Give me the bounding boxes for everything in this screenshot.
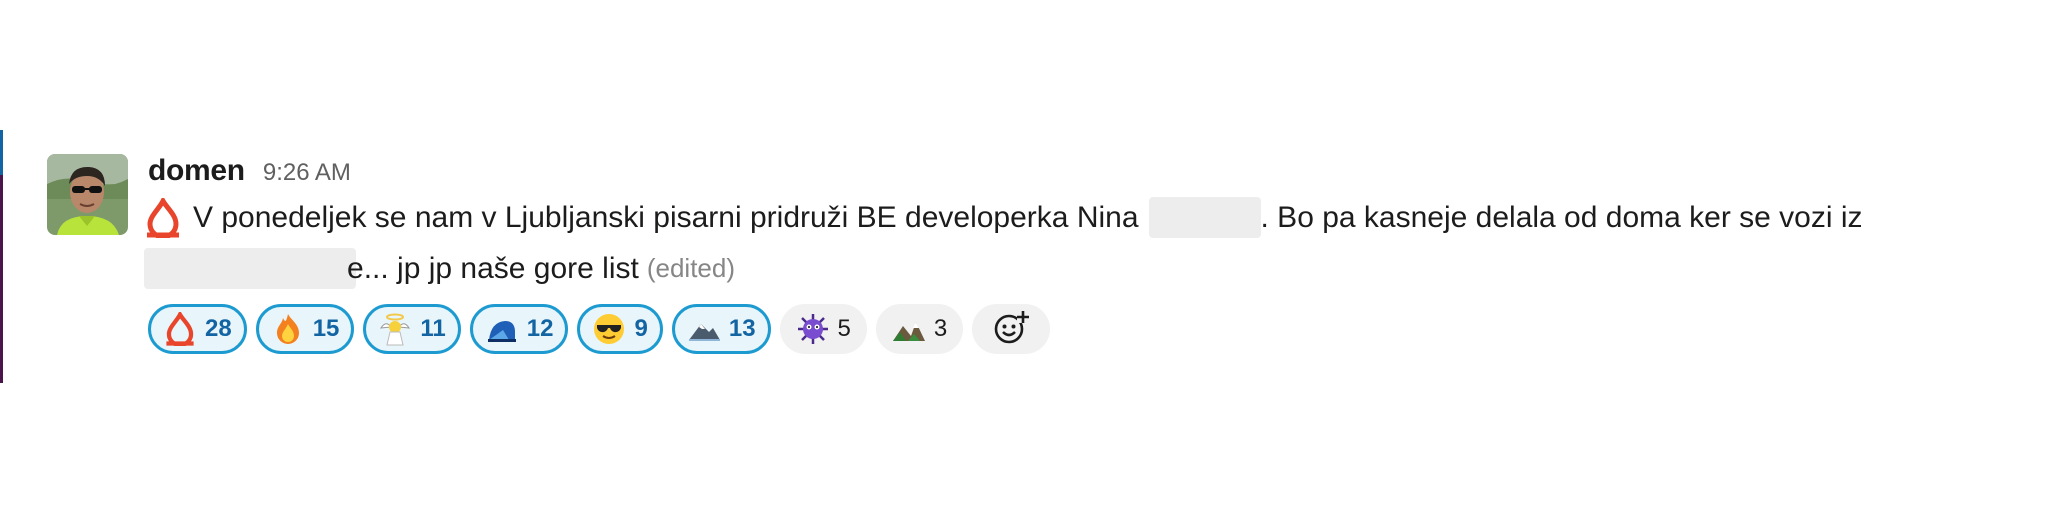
author-name[interactable]: domen bbox=[148, 154, 245, 188]
channel-left-edge bbox=[0, 130, 3, 383]
blue-logo-emoji-icon bbox=[485, 312, 519, 346]
reaction-pill[interactable]: 12 bbox=[469, 304, 569, 354]
add-reaction-icon bbox=[992, 308, 1030, 351]
fire-emoji-icon bbox=[271, 312, 305, 346]
flame-logo-emoji-icon bbox=[163, 312, 197, 346]
reactions-bar: 28 15 11 12 9 13 5 3 bbox=[148, 304, 2038, 354]
virus-emoji-icon bbox=[796, 312, 830, 346]
flame-logo-emoji-icon bbox=[143, 195, 183, 239]
message-text-part3: ... jp jp naše gore list bbox=[363, 252, 639, 285]
reaction-count: 9 bbox=[634, 315, 648, 342]
message-text-part2: . Bo pa kasneje delala od doma ker se vo… bbox=[1260, 201, 1863, 234]
reaction-count: 13 bbox=[728, 315, 756, 342]
reaction-pill[interactable]: 28 bbox=[148, 304, 247, 354]
reaction-count: 15 bbox=[312, 315, 340, 342]
reaction-pill[interactable]: 13 bbox=[671, 304, 771, 354]
reaction-count: 11 bbox=[420, 315, 446, 342]
redacted-surname bbox=[1148, 197, 1261, 238]
snow-mountain-emoji-icon bbox=[687, 312, 721, 346]
sunglasses-emoji-icon bbox=[592, 312, 626, 346]
edited-label: (edited) bbox=[646, 253, 735, 283]
reaction-pill[interactable]: 9 bbox=[577, 304, 663, 354]
reaction-count: 5 bbox=[837, 315, 851, 342]
reaction-pill[interactable]: 11 bbox=[363, 304, 461, 354]
reaction-pill[interactable]: 15 bbox=[255, 304, 355, 354]
message-body: V ponedeljek se nam v Ljubljanski pisarn… bbox=[144, 192, 2038, 294]
reaction-pill[interactable]: 3 bbox=[875, 304, 964, 354]
add-reaction-button[interactable] bbox=[972, 304, 1051, 354]
reaction-count: 28 bbox=[205, 315, 232, 342]
angel-homer-emoji-icon bbox=[378, 312, 412, 346]
reaction-pill[interactable]: 5 bbox=[779, 304, 867, 354]
mountains-emoji-icon bbox=[892, 312, 926, 346]
avatar[interactable] bbox=[47, 154, 128, 235]
message-timestamp[interactable]: 9:26 AM bbox=[263, 159, 351, 187]
message-text-fragment: e bbox=[347, 252, 364, 285]
message-text-part1: V ponedeljek se nam v Ljubljanski pisarn… bbox=[193, 201, 1139, 234]
reaction-count: 12 bbox=[526, 315, 554, 342]
redacted-location bbox=[144, 248, 356, 289]
reaction-count: 3 bbox=[933, 315, 948, 342]
